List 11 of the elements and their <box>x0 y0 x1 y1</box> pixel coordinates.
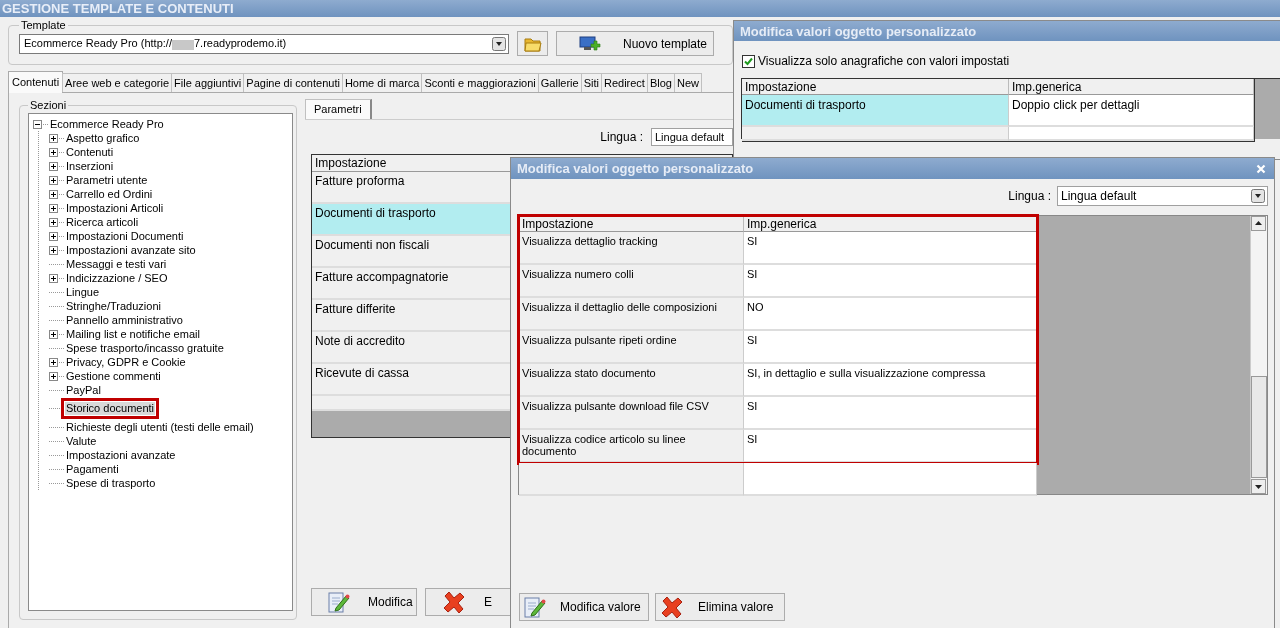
column-header: Impostazione <box>742 79 1009 95</box>
sections-label: Sezioni <box>29 99 68 111</box>
window-title: GESTIONE TEMPLATE E CONTENUTI <box>2 1 234 16</box>
dialog-title: Modifica valori oggetto personalizzato <box>740 23 977 39</box>
column-header: Imp.generica <box>1009 79 1254 95</box>
language-label: Lingua : <box>600 130 643 144</box>
language-label: Lingua : <box>1008 189 1051 203</box>
template-label: Template <box>20 19 67 31</box>
column-header: Impostazione <box>519 216 744 232</box>
column-header: Imp.generica <box>744 216 1037 232</box>
checkbox-label: Visualizza solo anagrafiche con valori impostati <box>758 54 1010 68</box>
